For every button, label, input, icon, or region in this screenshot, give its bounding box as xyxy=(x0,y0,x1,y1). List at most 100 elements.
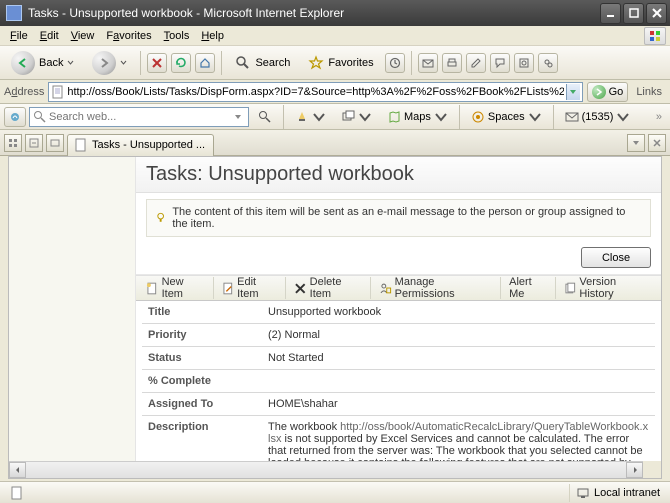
left-nav xyxy=(9,157,135,478)
menu-edit[interactable]: Edit xyxy=(34,28,65,44)
search-icon xyxy=(235,55,251,71)
page-icon xyxy=(74,138,88,152)
new-tab-button[interactable] xyxy=(46,134,64,152)
research-button[interactable] xyxy=(514,53,534,73)
window-title: Tasks - Unsupported workbook - Microsoft… xyxy=(28,6,600,20)
search-toolbar: Maps Spaces (1535) » xyxy=(0,104,670,130)
info-text: The content of this item will be sent as… xyxy=(172,206,642,230)
tab-bar: Tasks - Unsupported ... xyxy=(0,130,670,156)
horizontal-scrollbar[interactable] xyxy=(9,461,643,478)
field-row: Assigned ToHOME\shahar xyxy=(142,393,655,416)
messenger-button[interactable] xyxy=(538,53,558,73)
favorites-label: Favorites xyxy=(328,57,373,69)
address-field[interactable]: http://oss/Book/Lists/Tasks/DispForm.asp… xyxy=(48,82,582,102)
edit-button[interactable] xyxy=(466,53,486,73)
status-bar: Local intranet xyxy=(0,481,670,503)
search-go-button[interactable] xyxy=(252,107,278,127)
search-label: Search xyxy=(255,57,290,69)
menu-view[interactable]: View xyxy=(65,28,101,44)
search-button[interactable]: Search xyxy=(228,50,297,76)
address-label: Address xyxy=(4,86,44,98)
toolbar-overflow[interactable]: » xyxy=(652,111,666,123)
page-title: Tasks: Unsupported workbook xyxy=(136,157,661,193)
app-icon xyxy=(6,5,22,21)
forward-button[interactable] xyxy=(85,50,134,76)
stop-button[interactable] xyxy=(147,53,167,73)
minimize-button[interactable] xyxy=(600,3,621,24)
chevron-down-icon xyxy=(67,59,74,66)
discuss-button[interactable] xyxy=(490,53,510,73)
back-icon xyxy=(11,51,35,75)
alert-me-button[interactable]: Alert Me xyxy=(503,277,556,299)
field-row: % Complete xyxy=(142,370,655,393)
field-row: Priority(2) Normal xyxy=(142,324,655,347)
menu-file[interactable]: File xyxy=(4,28,34,44)
close-button[interactable] xyxy=(646,3,667,24)
tab-dropdown[interactable] xyxy=(627,134,645,152)
scroll-corner xyxy=(643,461,661,478)
search-icon xyxy=(33,110,47,124)
item-fields: TitleUnsupported workbook Priority(2) No… xyxy=(136,301,661,479)
spaces-button[interactable]: Spaces xyxy=(465,107,548,127)
delete-item-button[interactable]: Delete Item xyxy=(288,277,371,299)
version-history-button[interactable]: Version History xyxy=(558,277,657,299)
mail-button[interactable] xyxy=(418,53,438,73)
item-toolbar: New Item Edit Item Delete Item Manage Pe… xyxy=(136,275,661,301)
info-bar: The content of this item will be sent as… xyxy=(146,199,651,237)
tab-list-button[interactable] xyxy=(25,134,43,152)
field-row: StatusNot Started xyxy=(142,347,655,370)
content-pane: Tasks: Unsupported workbook The content … xyxy=(8,156,662,479)
search-input[interactable] xyxy=(49,111,229,123)
scroll-right-button[interactable] xyxy=(626,462,643,478)
scroll-left-button[interactable] xyxy=(9,462,26,478)
favorites-button[interactable]: Favorites xyxy=(301,50,380,76)
go-label: Go xyxy=(609,86,624,98)
menu-tools[interactable]: Tools xyxy=(158,28,196,44)
provider-button[interactable] xyxy=(4,107,26,127)
refresh-button[interactable] xyxy=(171,53,191,73)
chevron-down-icon xyxy=(120,59,127,66)
close-tab-button[interactable] xyxy=(648,134,666,152)
back-button[interactable]: Back xyxy=(4,50,81,76)
edit-item-button[interactable]: Edit Item xyxy=(216,277,287,299)
popup-button[interactable] xyxy=(335,107,378,127)
links-label[interactable]: Links xyxy=(632,86,666,98)
back-label: Back xyxy=(39,57,63,69)
window-titlebar: Tasks - Unsupported workbook - Microsoft… xyxy=(0,0,670,26)
close-item-button[interactable]: Close xyxy=(581,247,651,268)
address-dropdown[interactable] xyxy=(566,84,580,100)
highlight-button[interactable] xyxy=(289,107,332,127)
maximize-button[interactable] xyxy=(623,3,644,24)
print-button[interactable] xyxy=(442,53,462,73)
address-bar: Address http://oss/Book/Lists/Tasks/Disp… xyxy=(0,80,670,104)
menu-help[interactable]: Help xyxy=(195,28,230,44)
info-icon xyxy=(155,212,166,224)
mail-icon xyxy=(565,110,579,124)
page-icon xyxy=(51,85,65,99)
manage-permissions-button[interactable]: Manage Permissions xyxy=(373,277,501,299)
menu-favorites[interactable]: Favorites xyxy=(100,28,157,44)
go-icon xyxy=(592,85,606,99)
maps-icon xyxy=(387,110,401,124)
security-zone: Local intranet xyxy=(569,484,666,502)
history-button[interactable] xyxy=(385,53,405,73)
address-url: http://oss/Book/Lists/Tasks/DispForm.asp… xyxy=(67,86,563,98)
status-icon xyxy=(4,484,32,502)
menu-bar: File Edit View Favorites Tools Help xyxy=(0,26,670,46)
mail-count-button[interactable]: (1535) xyxy=(559,107,637,127)
tab-label: Tasks - Unsupported ... xyxy=(92,139,205,151)
throbber-icon xyxy=(644,27,666,45)
forward-icon xyxy=(92,51,116,75)
go-button[interactable]: Go xyxy=(587,82,629,102)
spaces-icon xyxy=(471,110,485,124)
quick-tabs-button[interactable] xyxy=(4,134,22,152)
search-field[interactable] xyxy=(29,107,249,127)
new-item-button[interactable]: New Item xyxy=(140,277,214,299)
main-toolbar: Back Search Favorites xyxy=(0,46,670,80)
intranet-icon xyxy=(576,486,590,500)
search-dropdown[interactable] xyxy=(231,109,245,125)
browser-tab[interactable]: Tasks - Unsupported ... xyxy=(67,134,214,156)
star-icon xyxy=(308,55,324,71)
maps-button[interactable]: Maps xyxy=(381,107,454,127)
home-button[interactable] xyxy=(195,53,215,73)
